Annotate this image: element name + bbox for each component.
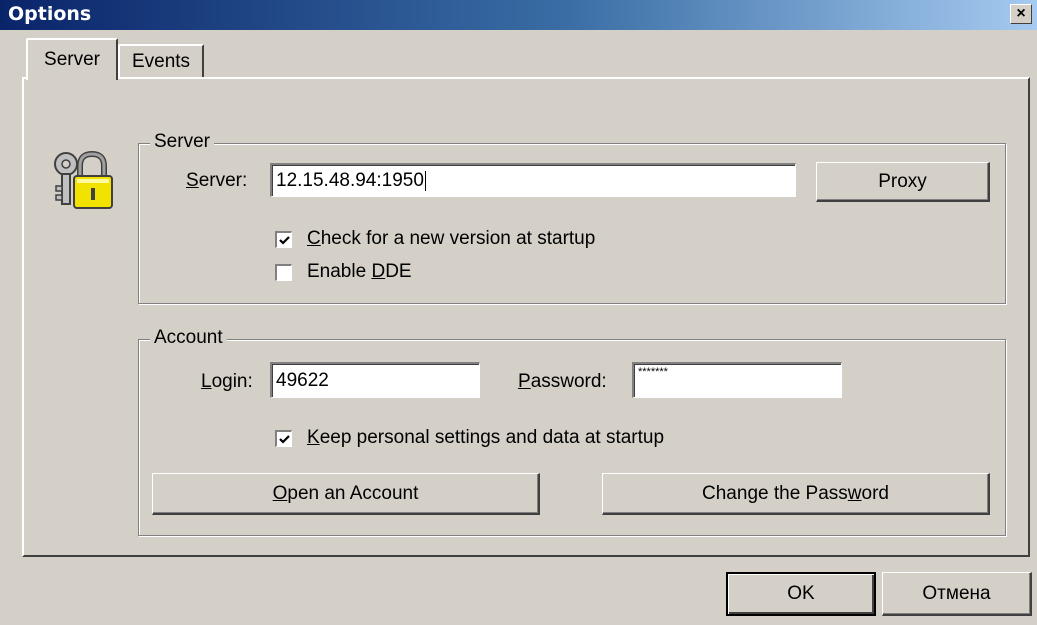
enable-dde-text-pre: Enable [307,261,372,282]
open-account-mnemonic: O [272,482,288,504]
server-label-mnemonic: S [186,170,199,191]
check-new-version-checkbox[interactable] [275,231,292,248]
login-input[interactable]: 49622 [270,362,480,398]
cancel-button-label: Отмена [922,582,991,604]
enable-dde-checkbox[interactable] [275,264,292,281]
tab-server-label: Server [44,49,100,70]
open-account-button[interactable]: Open an Account [152,473,540,515]
login-label-mnemonic: L [201,371,212,392]
server-group-title: Server [150,131,214,153]
enable-dde-text-rest: DE [385,261,412,282]
password-input[interactable]: ******* [632,362,842,398]
tab-events-label: Events [131,51,191,72]
change-password-mnemonic: w [847,482,862,504]
window-title: Options [8,3,92,25]
keep-settings-label[interactable]: Keep personal settings and data at start… [307,427,664,449]
close-icon: × [1016,5,1026,22]
change-password-text-rest: ord [861,482,889,504]
open-account-button-label: Open an Account [273,483,419,505]
password-input-value: ******* [638,366,668,378]
proxy-button[interactable]: Proxy [816,162,990,202]
ok-button-label: OK [787,583,815,604]
change-password-button-label: Change the Password [702,483,889,505]
keep-settings-checkbox[interactable] [275,430,292,447]
text-caret [424,170,426,191]
check-new-version-text: heck for a new version at startup [320,228,596,249]
checkmark-icon [278,434,290,444]
cancel-button[interactable]: Отмена [882,572,1032,616]
server-input-value: 12.15.48.94:1950 [276,169,424,191]
check-new-version-label[interactable]: Check for a new version at startup [307,228,595,250]
password-label: Password: [518,371,607,393]
check-new-version-mnemonic: C [307,228,321,249]
change-password-button[interactable]: Change the Password [602,473,990,515]
login-input-value: 49622 [276,369,329,391]
keep-settings-mnemonic: K [307,427,320,448]
login-label-text: ogin: [211,371,253,392]
tab-events[interactable]: Events [118,44,204,78]
server-label-text: erver: [198,170,248,191]
change-password-text-pre: Change the Pass [702,482,848,504]
checkmark-icon [278,235,290,245]
server-input[interactable]: 12.15.48.94:1950 [270,163,796,197]
close-button[interactable]: × [1010,4,1032,24]
open-account-text: pen an Account [287,482,419,504]
tab-server[interactable]: Server [26,38,118,80]
enable-dde-label[interactable]: Enable DDE [307,261,412,283]
title-bar [0,0,1037,30]
ok-button[interactable]: OK [726,572,876,616]
enable-dde-mnemonic: D [371,261,386,282]
password-label-mnemonic: P [518,371,531,392]
keys-lock-icon [48,148,118,212]
server-label: Server: [186,170,247,192]
keep-settings-text: eep personal settings and data at startu… [319,427,665,448]
login-label: Login: [201,371,253,393]
account-group-title: Account [150,327,227,349]
proxy-button-label: Proxy [878,170,927,192]
password-label-text: assword: [530,371,607,392]
